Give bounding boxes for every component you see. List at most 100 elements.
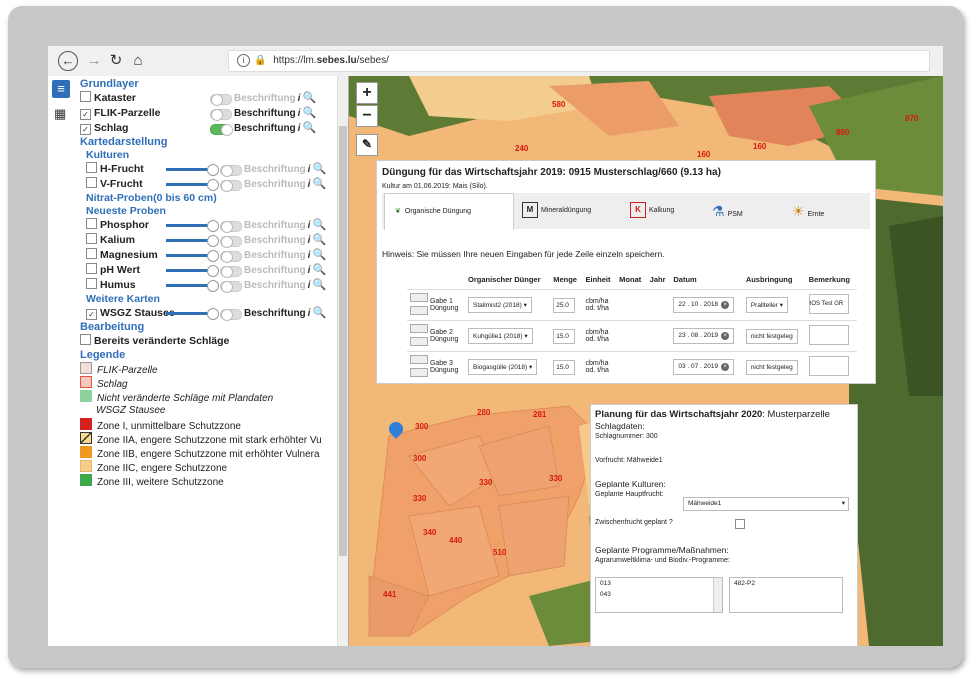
duenger-select[interactable]: Stallmist2 (2018) ▾ bbox=[468, 297, 532, 313]
bemerkung-input[interactable]: IOS Test GR bbox=[808, 294, 849, 314]
ausbringung-select[interactable]: Prallteller ▾ bbox=[745, 297, 788, 313]
menge-input[interactable]: 15.0 bbox=[553, 328, 576, 344]
clear-icon[interactable]: × bbox=[721, 332, 730, 340]
zoom-icon[interactable]: 🔍 bbox=[312, 249, 326, 261]
zoom-icon[interactable]: 🔍 bbox=[312, 163, 326, 175]
wsgz-checkbox[interactable]: ✓ bbox=[86, 309, 97, 320]
kataster-toggle[interactable] bbox=[210, 94, 232, 106]
hauptfrucht-select[interactable]: Mähweide1 ▾ bbox=[683, 497, 849, 511]
info-icon[interactable]: i bbox=[237, 54, 250, 67]
ausbringung-select[interactable]: nicht festgeleg bbox=[745, 359, 798, 375]
forward-icon[interactable]: → bbox=[84, 51, 104, 71]
hfrucht-label: H-Frucht bbox=[100, 163, 144, 175]
wsgz-toggle[interactable] bbox=[220, 309, 242, 321]
save-button[interactable] bbox=[410, 337, 428, 346]
delete-button[interactable] bbox=[410, 324, 428, 333]
tab-organische-duengung[interactable]: ❦ Organische Düngung bbox=[384, 193, 514, 230]
list-item[interactable]: 482-P2 bbox=[730, 578, 842, 589]
kalium-checkbox[interactable] bbox=[86, 233, 97, 244]
date-input[interactable]: 23 . 08 . 2019 × bbox=[673, 328, 735, 344]
magnesium-checkbox[interactable] bbox=[86, 248, 97, 259]
flik-checkbox[interactable]: ✓ bbox=[80, 109, 91, 120]
kalium-toggle[interactable] bbox=[220, 236, 242, 248]
selected-programme-listbox[interactable]: 482-P2 bbox=[729, 577, 843, 613]
col-monat: Monat bbox=[619, 274, 642, 284]
save-button[interactable] bbox=[410, 368, 428, 377]
date-input[interactable]: 03 . 07 . 2019 × bbox=[673, 359, 735, 375]
field-label: 441 bbox=[383, 590, 397, 599]
humus-checkbox[interactable] bbox=[86, 278, 97, 289]
clear-icon[interactable]: × bbox=[721, 363, 730, 371]
bemerkung-input[interactable] bbox=[808, 356, 849, 376]
field-label: 340 bbox=[423, 528, 437, 537]
scrollbar-thumb[interactable] bbox=[339, 126, 347, 556]
zoom-icon[interactable]: 🔍 bbox=[312, 219, 326, 231]
programme-listbox[interactable]: 013 043 bbox=[595, 577, 723, 613]
clear-icon[interactable]: × bbox=[721, 301, 730, 309]
edit-icon[interactable]: ✎ bbox=[356, 134, 378, 156]
tab-psm[interactable]: ⚗ PSM bbox=[712, 193, 772, 229]
sidebar-scrollbar[interactable] bbox=[337, 76, 348, 646]
hfrucht-toggle[interactable] bbox=[220, 165, 242, 177]
flik-toggle[interactable] bbox=[210, 109, 232, 121]
hfrucht-checkbox[interactable] bbox=[86, 162, 97, 173]
save-button[interactable] bbox=[410, 306, 428, 315]
magnesium-toggle[interactable] bbox=[220, 251, 242, 263]
zoom-icon[interactable]: 🔍 bbox=[302, 122, 316, 134]
phwert-toggle[interactable] bbox=[220, 266, 242, 278]
home-icon[interactable]: ⌂ bbox=[128, 51, 148, 71]
date-input[interactable]: 22 . 10 . 2018 × bbox=[673, 297, 735, 313]
bemerkung-input[interactable] bbox=[808, 325, 849, 345]
list-item[interactable]: 043 bbox=[596, 589, 722, 600]
schlag-toggle[interactable] bbox=[210, 124, 233, 136]
list-item[interactable]: 013 bbox=[596, 578, 722, 589]
tab-ernte[interactable]: ☀ Ernte bbox=[792, 193, 862, 229]
magnesium-slider[interactable] bbox=[166, 250, 219, 262]
phosphor-slider[interactable] bbox=[166, 220, 219, 232]
phosphor-checkbox[interactable] bbox=[86, 218, 97, 229]
zoom-icon[interactable]: 🔍 bbox=[312, 234, 326, 246]
zoom-icon[interactable]: 🔍 bbox=[312, 279, 326, 291]
menge-input[interactable]: 15.0 bbox=[553, 359, 576, 375]
zoom-icon[interactable]: 🔍 bbox=[312, 178, 326, 190]
hfrucht-slider[interactable] bbox=[166, 164, 219, 176]
bereits-checkbox[interactable] bbox=[80, 334, 91, 345]
layer-list: Grundlayer Kataster Beschriftung i 🔍 ✓ FLIK… bbox=[80, 78, 345, 488]
zoom-icon[interactable]: 🔍 bbox=[312, 307, 326, 319]
vfrucht-beschriftung: Beschriftung i 🔍 bbox=[244, 178, 327, 190]
duenger-select[interactable]: Kuhgülle1 (2018) ▾ bbox=[468, 328, 533, 344]
address-bar[interactable]: i 🔒 https://lm.sebes.lu/sebes/ bbox=[228, 50, 930, 72]
tab-mineralduengung[interactable]: M Mineraldüngung bbox=[522, 193, 612, 229]
zoom-icon[interactable]: 🔍 bbox=[302, 92, 316, 104]
zoom-icon[interactable]: 🔍 bbox=[302, 107, 316, 119]
field-label: 330 bbox=[549, 474, 563, 483]
duenger-select[interactable]: Biogasgülle (2018) ▾ bbox=[468, 359, 538, 375]
phwert-slider[interactable] bbox=[166, 265, 219, 277]
wsgz-slider[interactable] bbox=[166, 308, 219, 320]
reload-icon[interactable]: ↻ bbox=[106, 51, 126, 71]
menu-icon[interactable]: ≡ bbox=[52, 80, 70, 98]
kalium-slider[interactable] bbox=[166, 235, 219, 247]
vfrucht-checkbox[interactable] bbox=[86, 177, 97, 188]
kataster-checkbox[interactable] bbox=[80, 91, 91, 102]
phwert-checkbox[interactable] bbox=[86, 263, 97, 274]
humus-slider[interactable] bbox=[166, 280, 219, 292]
zwischenfrucht-checkbox[interactable] bbox=[735, 519, 745, 529]
delete-button[interactable] bbox=[410, 293, 428, 302]
menge-input[interactable]: 25.0 bbox=[553, 297, 576, 313]
listbox-scrollbar[interactable] bbox=[713, 578, 722, 612]
humus-toggle[interactable] bbox=[220, 281, 242, 293]
zoom-out-button[interactable]: − bbox=[356, 105, 378, 127]
back-icon[interactable]: ← bbox=[58, 51, 78, 71]
schlag-checkbox[interactable]: ✓ bbox=[80, 124, 91, 135]
ausbringung-select[interactable]: nicht festgeleg bbox=[745, 328, 798, 344]
map-view[interactable]: + − ✎ 580 870 880 240 160 160 280 281 30… bbox=[349, 76, 943, 646]
vfrucht-slider[interactable] bbox=[166, 179, 219, 191]
tab-kalkung[interactable]: K Kalkung bbox=[630, 193, 700, 229]
vfrucht-toggle[interactable] bbox=[220, 180, 242, 192]
table-icon[interactable]: ▦ bbox=[54, 106, 66, 122]
phosphor-toggle[interactable] bbox=[220, 221, 242, 233]
zoom-icon[interactable]: 🔍 bbox=[312, 264, 326, 276]
zoom-in-button[interactable]: + bbox=[356, 82, 378, 104]
delete-button[interactable] bbox=[410, 355, 428, 364]
